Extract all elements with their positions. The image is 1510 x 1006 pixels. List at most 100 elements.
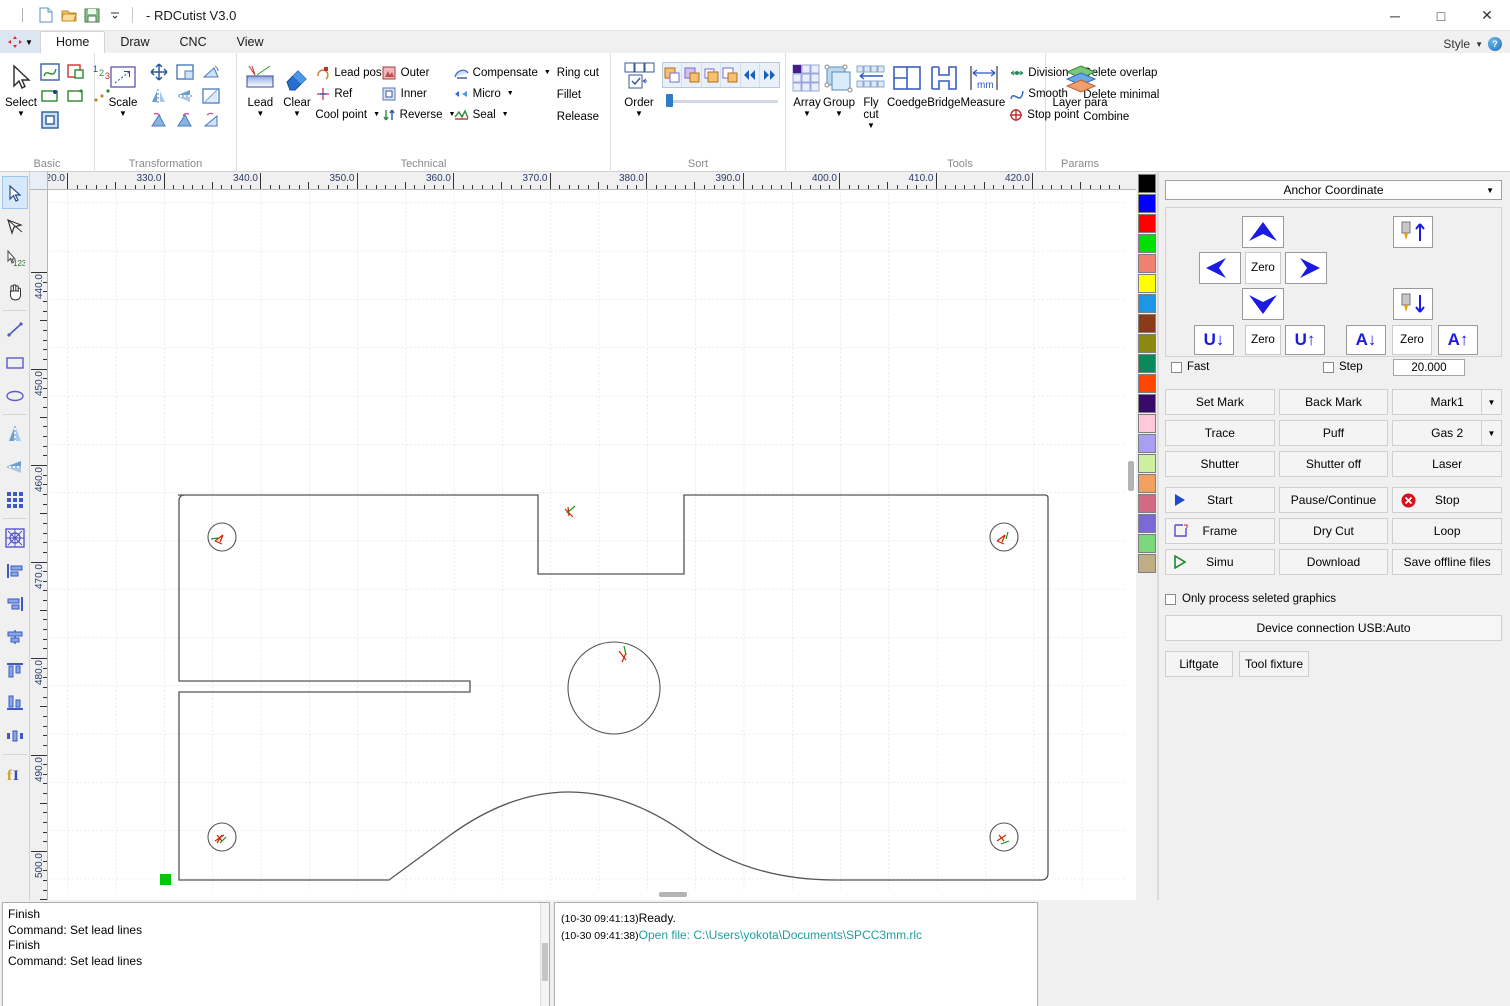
align-left-tool[interactable] [2,554,28,587]
color-swatch[interactable] [1138,314,1156,333]
bring-front-icon[interactable] [702,63,722,87]
canvas-vertical-scrollbar[interactable] [1126,191,1136,900]
order-button[interactable]: Order ▼ [616,57,662,118]
order-slider[interactable] [662,94,780,108]
scrollbar-thumb[interactable] [659,892,687,897]
color-swatch[interactable] [1138,374,1156,393]
coedge-button[interactable]: Coedge [887,57,927,109]
align-right-tool[interactable] [2,587,28,620]
fly-cut-button[interactable]: Fly cut ▼ [855,57,887,130]
coordinate-select[interactable]: Anchor Coordinate ▼ [1165,180,1502,200]
frame-button[interactable]: Frame [1165,518,1275,544]
chevron-down-icon[interactable]: ▼ [544,69,551,76]
log-scrollbar[interactable] [540,903,549,1006]
chevron-down-icon[interactable]: ▼ [835,110,843,118]
select-tool[interactable] [1,176,28,209]
canvas-horizontal-scrollbar[interactable] [49,890,1126,900]
color-swatch[interactable] [1138,334,1156,353]
align-top-tool[interactable] [2,653,28,686]
tab-view[interactable]: View [222,32,279,53]
chevron-down-icon[interactable]: ▼ [1475,40,1483,49]
dry-cut-button[interactable]: Dry Cut [1278,518,1389,544]
chevron-down-icon[interactable]: ▼ [17,110,25,118]
u-up-button[interactable]: U↑ [1285,325,1325,355]
micro-item[interactable]: Micro ▼ [454,84,551,103]
prev-icon[interactable] [741,63,760,87]
curve-icon[interactable] [40,62,60,84]
horizontal-ruler[interactable]: 320.0 330.0 340.0 350.0 360.0 370.0 380.0 390.0… [30,172,1136,190]
step-checkbox[interactable]: Step [1323,361,1363,373]
command-log[interactable]: Finish Command: Set lead lines Finish Comma… [2,902,550,1006]
reverse-item[interactable]: Reverse ▼ [382,105,455,124]
jog-right-button[interactable] [1285,252,1327,284]
color-swatch[interactable] [1138,454,1156,473]
mirror-v-tool[interactable] [2,450,28,483]
style-label[interactable]: Style [1443,37,1470,51]
clear-button[interactable]: Clear ▼ [279,57,316,118]
checkbox-box[interactable] [1165,593,1176,605]
open-icon[interactable] [60,6,78,24]
new-icon[interactable] [37,6,55,24]
tab-cnc[interactable]: CNC [165,32,222,53]
chevron-down-icon[interactable]: ▼ [256,110,264,118]
vertical-ruler[interactable]: 440.0 450.0 460.0 470.0 480.0 490.0 500.0 [30,190,48,900]
drawing-canvas[interactable] [49,191,1136,900]
color-swatch[interactable] [1138,494,1156,513]
chevron-down-icon[interactable]: ▼ [803,110,811,118]
group-button[interactable]: Group ▼ [823,57,855,118]
mirror-v-icon[interactable] [175,87,195,108]
a-zero-button[interactable]: Zero [1392,325,1432,355]
start-button[interactable]: Start [1165,487,1275,513]
help-icon[interactable]: ? [1488,37,1502,51]
send-back-icon[interactable] [721,63,741,87]
color-swatch[interactable] [1138,354,1156,373]
color-swatch[interactable] [1138,514,1156,533]
download-button[interactable]: Download [1278,549,1389,575]
move-icon[interactable] [149,62,169,84]
chevron-down-icon[interactable]: ▼ [373,111,380,118]
maximize-button[interactable]: □ [1418,0,1464,31]
color-palette[interactable] [1136,172,1158,900]
save-offline-button[interactable]: Save offline files [1392,549,1502,575]
back-mark-button[interactable]: Back Mark [1278,389,1389,415]
rect-node-icon[interactable] [66,63,86,84]
rotate-ccw-icon[interactable] [201,111,221,132]
node-edit-tool[interactable] [2,209,28,242]
device-connection-button[interactable]: Device connection USB:Auto [1165,615,1502,641]
start-marker[interactable] [160,874,171,885]
simu-button[interactable]: Simu [1165,549,1275,575]
step-value-input[interactable]: 20.000 [1393,359,1465,376]
shutter-button[interactable]: Shutter [1165,451,1275,477]
lead-button[interactable]: Lead ▼ [242,57,279,118]
color-swatch[interactable] [1138,414,1156,433]
cool-point-item[interactable]: Cool point ▼ [315,105,381,124]
measure-button[interactable]: mm Measure [961,57,1005,109]
rect-tool[interactable] [2,346,28,379]
ellipse-tool[interactable] [2,379,28,412]
tool-fixture-button[interactable]: Tool fixture [1239,651,1309,677]
jog-up-button[interactable] [1242,216,1284,248]
align-left-icon[interactable] [149,111,169,132]
square-nested-icon[interactable] [40,110,60,132]
laser-button[interactable]: Laser [1392,451,1502,477]
pause-continue-button[interactable]: Pause/Continue [1278,487,1389,513]
color-swatch[interactable] [1138,214,1156,233]
minimize-button[interactable]: ─ [1372,0,1418,31]
bring-forward-icon[interactable] [663,63,683,87]
tab-draw[interactable]: Draw [105,32,164,53]
color-swatch[interactable] [1138,554,1156,573]
chevron-down-icon[interactable]: ▼ [1480,390,1501,414]
checkbox-box[interactable] [1171,361,1182,373]
color-swatch[interactable] [1138,234,1156,253]
tab-home[interactable]: Home [40,31,106,53]
cad-drawing[interactable] [49,191,1136,900]
chevron-down-icon[interactable]: ▼ [502,111,509,118]
color-swatch[interactable] [1138,394,1156,413]
shutter-off-button[interactable]: Shutter off [1278,451,1389,477]
chevron-down-icon[interactable]: ▼ [119,110,127,118]
rotate-icon[interactable] [201,63,221,84]
puff-button[interactable]: Puff [1278,420,1389,446]
close-button[interactable]: ✕ [1464,0,1510,31]
bridge-button[interactable]: Bridge [927,57,961,109]
seal-item[interactable]: Seal ▼ [454,105,551,124]
